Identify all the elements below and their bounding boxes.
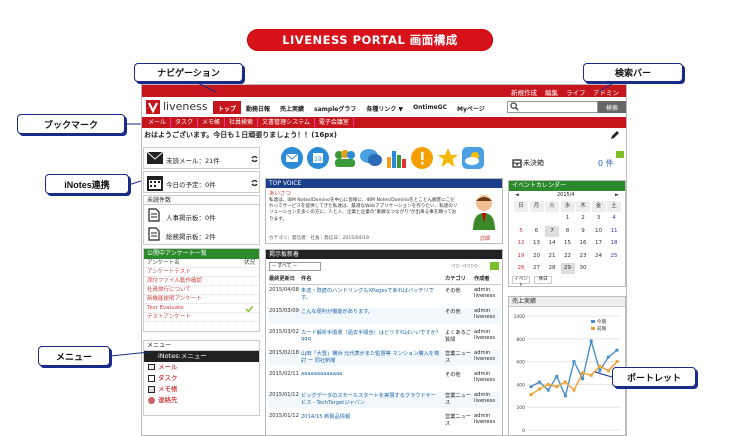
callout-menu: メニュー [38,346,110,366]
callout-portlet: ポートレット [612,367,696,387]
callout-navigation: ナビゲーション [134,63,243,82]
callout-inotes: iNotes連携 [45,174,129,194]
callout-bookmark: ブックマーク [17,114,125,134]
callout-search-bar: 検索バー [583,63,683,82]
